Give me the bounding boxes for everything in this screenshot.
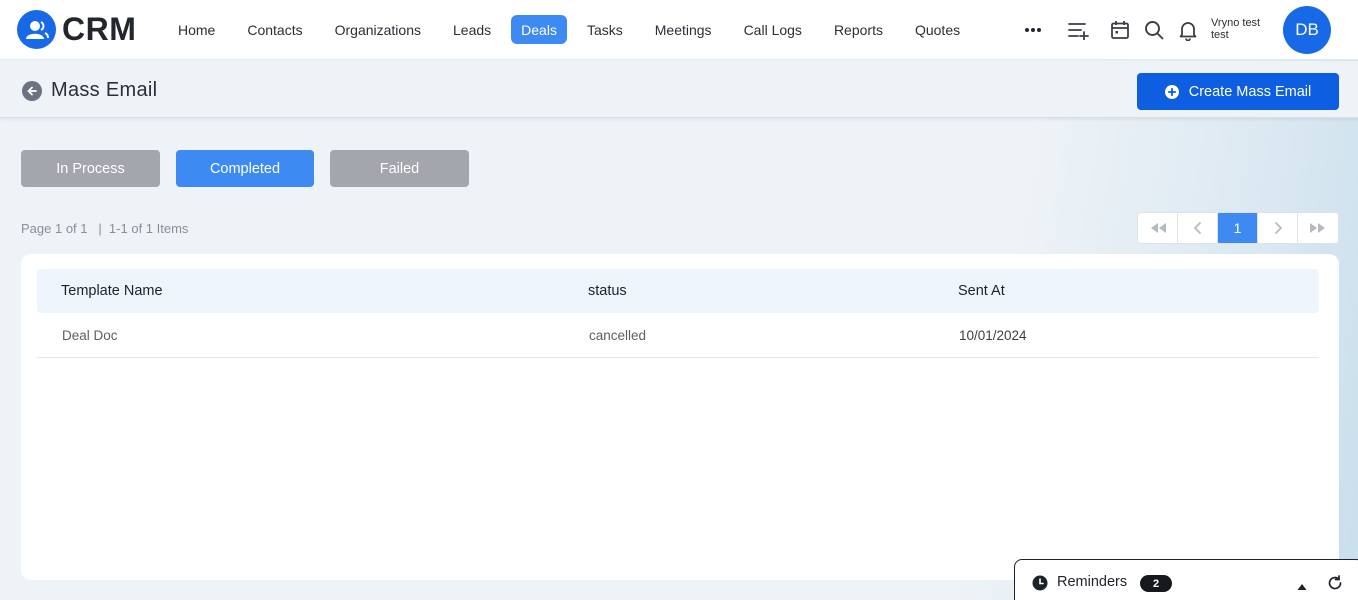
nav-item-call-logs[interactable]: Call Logs (728, 15, 818, 44)
column-header-status[interactable]: status (588, 283, 627, 299)
main-nav: Home Contacts Organizations Leads Deals … (162, 15, 976, 44)
refresh-icon[interactable] (1327, 575, 1343, 591)
mass-email-table-card: Template Name status Sent At Deal Doc ca… (21, 254, 1339, 580)
calendar-icon[interactable] (1108, 18, 1132, 42)
more-horizontal-icon[interactable] (1022, 19, 1044, 41)
user-name: Vryno test test (1211, 17, 1261, 41)
last-page-icon[interactable] (1298, 213, 1338, 243)
table-row[interactable]: Deal Doc cancelled 10/01/2024 (37, 313, 1319, 358)
reminders-panel[interactable]: Reminders 2 (1014, 559, 1358, 600)
create-mass-email-label: Create Mass Email (1188, 83, 1312, 100)
app-logo[interactable]: CRM (17, 10, 136, 49)
nav-item-meetings[interactable]: Meetings (639, 15, 728, 44)
page-info: Page 1 of 1 | 1-1 of 1 Items (21, 221, 189, 236)
next-page-icon[interactable] (1258, 213, 1298, 243)
page-header: Mass Email Create Mass Email (0, 61, 1358, 118)
nav-item-home[interactable]: Home (162, 15, 231, 44)
back-arrow-icon[interactable] (22, 81, 42, 101)
tab-completed[interactable]: Completed (176, 150, 314, 187)
table-header: Template Name status Sent At (37, 269, 1319, 313)
nav-item-contacts[interactable]: Contacts (231, 15, 318, 44)
top-navigation-bar: CRM Home Contacts Organizations Leads De… (0, 0, 1358, 60)
search-icon[interactable] (1142, 18, 1166, 42)
previous-page-icon[interactable] (1178, 213, 1218, 243)
nav-item-organizations[interactable]: Organizations (319, 15, 437, 44)
logo-text: CRM (62, 11, 137, 47)
first-page-icon[interactable] (1138, 213, 1178, 243)
bell-icon[interactable] (1176, 18, 1200, 42)
cell-template-name[interactable]: Deal Doc (62, 328, 118, 343)
logo-user-icon (17, 10, 56, 49)
clock-icon (1032, 575, 1048, 591)
column-header-sent-at[interactable]: Sent At (958, 283, 1005, 299)
cell-status: cancelled (589, 328, 647, 343)
reminders-label: Reminders (1057, 574, 1128, 590)
reminders-count-badge: 2 (1140, 575, 1172, 592)
tab-failed[interactable]: Failed (330, 150, 469, 187)
nav-item-deals[interactable]: Deals (511, 15, 567, 44)
page-title: Mass Email (51, 79, 158, 101)
avatar[interactable]: DB (1283, 6, 1331, 54)
column-header-template-name[interactable]: Template Name (61, 283, 163, 299)
nav-item-leads[interactable]: Leads (437, 15, 507, 44)
create-mass-email-button[interactable]: Create Mass Email (1137, 73, 1339, 110)
nav-item-quotes[interactable]: Quotes (899, 15, 976, 44)
page-number-current[interactable]: 1 (1218, 213, 1258, 243)
add-list-icon[interactable] (1066, 18, 1090, 42)
cell-sent-at: 10/01/2024 (959, 328, 1027, 343)
pagination-controls: 1 (1137, 212, 1339, 244)
tab-in-process[interactable]: In Process (21, 150, 160, 187)
nav-item-reports[interactable]: Reports (818, 15, 899, 44)
nav-item-tasks[interactable]: Tasks (571, 15, 639, 44)
plus-circle-icon (1164, 84, 1179, 99)
caret-up-icon[interactable] (1297, 578, 1307, 590)
